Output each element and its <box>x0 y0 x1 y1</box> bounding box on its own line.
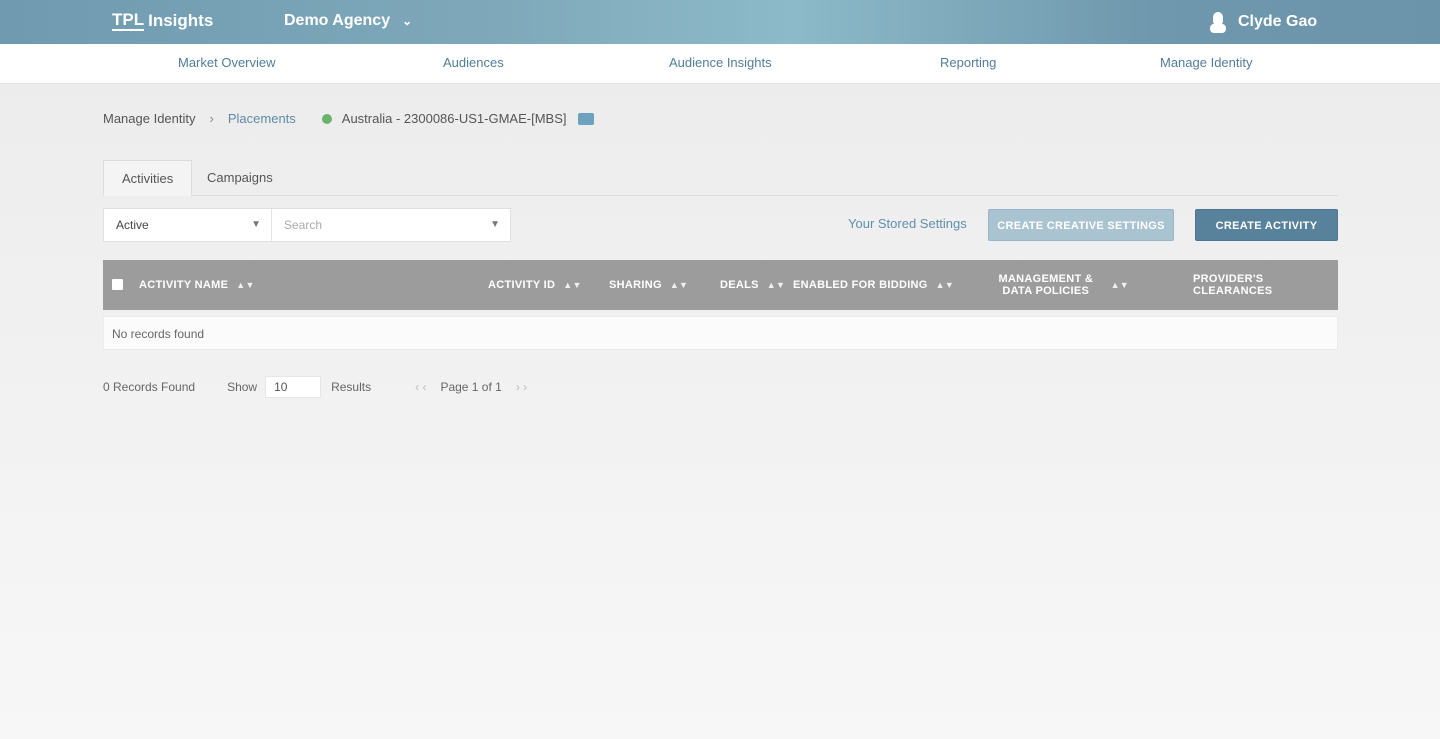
empty-message: No records found <box>112 327 205 341</box>
show-label: Show <box>227 380 258 394</box>
breadcrumb-root[interactable]: Manage Identity <box>103 111 196 126</box>
status-select[interactable]: Active ▼ <box>104 209 272 241</box>
status-dot-icon <box>321 113 332 124</box>
status-select-value: Active <box>116 218 149 232</box>
nav-item-manage-identity[interactable]: Manage Identity <box>1160 55 1253 70</box>
sort-icon: ▲▼ <box>766 280 786 290</box>
search-select[interactable]: Search ▼ <box>272 209 510 241</box>
nav-item-audiences[interactable]: Audiences <box>443 55 504 70</box>
page-size-value: 10 <box>274 380 288 394</box>
tab-campaigns[interactable]: Campaigns <box>189 160 291 196</box>
previous-page-button[interactable]: ‹ ‹ <box>415 380 426 394</box>
column-enabled-for-bidding[interactable]: ENABLED FOR BIDDING ▲▼ <box>793 260 954 310</box>
column-label: MANAGEMENT & DATA POLICIES <box>998 273 1094 297</box>
user-menu[interactable]: Clyde Gao <box>1208 10 1317 34</box>
tab-activities[interactable]: Activities <box>103 160 193 196</box>
breadcrumb-placements-link[interactable]: Placements <box>228 111 296 126</box>
nav-item-market-overview[interactable]: Market Overview <box>178 55 276 70</box>
agency-selector[interactable]: Demo Agency ⌄ <box>284 12 412 30</box>
stored-settings-link[interactable]: Your Stored Settings <box>848 216 967 231</box>
page-indicator: Page 1 of 1 <box>440 380 502 394</box>
user-name: Clyde Gao <box>1238 13 1318 30</box>
edit-icon[interactable] <box>578 112 595 125</box>
account-name: Australia - 2300086-US1-GMAE-[MBS] <box>341 111 567 126</box>
breadcrumb: Manage Identity › Placements Australia -… <box>103 111 595 126</box>
select-all-checkbox[interactable] <box>112 279 123 290</box>
search-placeholder: Search <box>284 218 323 232</box>
column-sharing[interactable]: SHARING ▲▼ <box>609 260 688 310</box>
table-body: No records found <box>103 316 1338 350</box>
column-label: SHARING <box>609 279 662 291</box>
sort-icon: ▲▼ <box>1110 280 1129 290</box>
logo-mark: TPL <box>112 10 145 31</box>
create-activity-button[interactable]: CREATE ACTIVITY <box>1195 209 1338 241</box>
column-label: ACTIVITY ID <box>488 279 556 291</box>
chevron-down-icon: ⌄ <box>402 14 413 28</box>
chevron-down-icon: ▼ <box>251 219 261 230</box>
agency-name: Demo Agency <box>284 12 391 29</box>
record-count: 0 Records Found <box>103 380 196 394</box>
sort-icon: ▲▼ <box>935 280 955 290</box>
table-header: ACTIVITY NAME ▲▼ ACTIVITY ID ▲▼ SHARING ▲▼ … <box>103 260 1338 310</box>
main-nav: Market Overview Audiences Audience Insig… <box>0 44 1440 84</box>
sort-icon: ▲▼ <box>236 280 255 290</box>
nav-item-audience-insights[interactable]: Audience Insights <box>669 55 772 70</box>
column-provider-clearances[interactable]: PROVIDER'S CLEARANCES <box>1193 260 1338 310</box>
filter-group: Active ▼ Search ▼ <box>103 208 511 242</box>
column-label: PROVIDER'S CLEARANCES <box>1193 273 1273 297</box>
tab-bar: Activities Campaigns <box>103 160 1338 196</box>
column-activity-name[interactable]: ACTIVITY NAME ▲▼ <box>139 260 255 310</box>
column-label: ACTIVITY NAME <box>139 279 229 291</box>
breadcrumb-separator: › <box>209 111 214 126</box>
next-page-button[interactable]: › › <box>516 380 527 394</box>
column-label: DEALS <box>720 279 759 291</box>
results-label: Results <box>331 380 372 394</box>
column-label: ENABLED FOR BIDDING <box>793 279 928 291</box>
sort-icon: ▲▼ <box>669 280 689 290</box>
app-logo[interactable]: TPL Insights <box>112 11 213 31</box>
pagination: 0 Records Found Show 10 Results ‹ ‹ Page… <box>103 376 535 398</box>
column-management-policies[interactable]: MANAGEMENT & DATA POLICIES ▲▼ <box>989 260 1129 310</box>
column-deals[interactable]: DEALS ▲▼ <box>720 260 785 310</box>
logo-text: Insights <box>148 11 214 30</box>
column-activity-id[interactable]: ACTIVITY ID ▲▼ <box>488 260 582 310</box>
chevron-down-icon: ▼ <box>490 219 500 230</box>
top-bar: TPL Insights Demo Agency ⌄ Clyde Gao <box>0 0 1440 44</box>
sort-icon: ▲▼ <box>563 280 582 290</box>
page-size-select[interactable]: 10 <box>265 376 322 398</box>
user-icon <box>1210 12 1226 33</box>
create-creative-settings-button[interactable]: CREATE CREATIVE SETTINGS <box>988 209 1174 241</box>
nav-item-reporting[interactable]: Reporting <box>940 55 996 70</box>
